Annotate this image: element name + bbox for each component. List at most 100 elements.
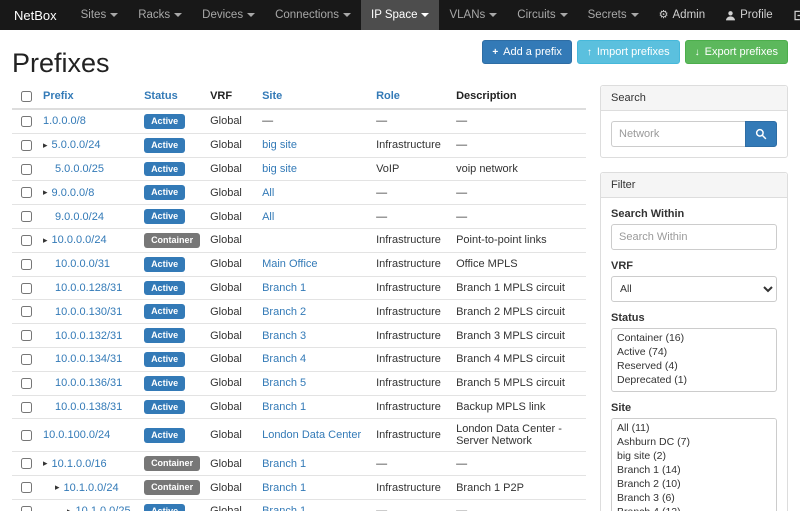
vrf-select[interactable]: All — [611, 276, 777, 302]
plus-icon: + — [492, 46, 498, 59]
prefix-link[interactable]: 10.0.0.0/31 — [55, 258, 110, 270]
description-cell: — — [451, 205, 586, 229]
column-header-status[interactable]: Status — [144, 90, 178, 102]
chevron-down-icon — [421, 13, 429, 17]
row-checkbox[interactable] — [21, 330, 32, 341]
row-checkbox[interactable] — [21, 187, 32, 198]
search-input[interactable] — [611, 121, 745, 147]
site-link[interactable]: Main Office — [262, 258, 317, 270]
profile-link[interactable]: Profile — [715, 0, 783, 30]
row-checkbox[interactable] — [21, 306, 32, 317]
expand-toggle-icon[interactable]: ▸ — [43, 458, 48, 469]
row-checkbox[interactable] — [21, 506, 32, 511]
prefix-link[interactable]: 10.1.0.0/25 — [76, 505, 131, 511]
prefix-link[interactable]: 10.0.0.128/31 — [55, 282, 122, 294]
row-checkbox[interactable] — [21, 458, 32, 469]
row-checkbox[interactable] — [21, 402, 32, 413]
prefix-link[interactable]: 10.0.0.136/31 — [55, 377, 122, 389]
site-link[interactable]: Branch 5 — [262, 377, 306, 389]
prefix-link[interactable]: 10.0.0.130/31 — [55, 306, 122, 318]
site-link[interactable]: Branch 4 — [262, 353, 306, 365]
prefix-link[interactable]: 9.0.0.0/24 — [55, 211, 104, 223]
row-checkbox[interactable] — [21, 164, 32, 175]
logout-link[interactable]: Log out — [783, 0, 800, 30]
site-link[interactable]: Branch 2 — [262, 306, 306, 318]
admin-link[interactable]: ⚙ Admin — [649, 0, 715, 30]
column-header-site[interactable]: Site — [262, 90, 282, 102]
site-link[interactable]: big site — [262, 139, 297, 151]
nav-item-circuits[interactable]: Circuits — [507, 0, 577, 30]
import-prefixes-button[interactable]: ↑ Import prefixes — [577, 40, 680, 64]
row-checkbox[interactable] — [21, 430, 32, 441]
prefix-link[interactable]: 5.0.0.0/25 — [55, 163, 104, 175]
expand-toggle-icon[interactable]: ▸ — [67, 506, 72, 511]
row-checkbox[interactable] — [21, 116, 32, 127]
site-link[interactable]: London Data Center — [262, 429, 361, 441]
row-checkbox[interactable] — [21, 259, 32, 270]
expand-toggle-icon[interactable]: ▸ — [43, 187, 48, 198]
chevron-down-icon — [631, 13, 639, 17]
description-cell: — — [451, 499, 586, 511]
add-prefix-button[interactable]: + Add a prefix — [482, 40, 572, 64]
description-cell: Point-to-point links — [451, 228, 586, 252]
row-checkbox[interactable] — [21, 482, 32, 493]
site-link[interactable]: Branch 1 — [262, 282, 306, 294]
admin-label: Admin — [673, 9, 706, 21]
row-checkbox[interactable] — [21, 211, 32, 222]
expand-toggle-icon[interactable]: ▸ — [43, 140, 48, 151]
site-link[interactable]: big site — [262, 163, 297, 175]
prefix-link[interactable]: 9.0.0.0/8 — [52, 187, 95, 199]
column-header-prefix[interactable]: Prefix — [43, 90, 74, 102]
prefix-link[interactable]: 5.0.0.0/24 — [52, 139, 101, 151]
expand-toggle-icon[interactable]: ▸ — [55, 482, 60, 493]
table-row: 10.0.0.138/31ActiveGlobalBranch 1Infrast… — [12, 395, 586, 419]
status-badge: Container — [144, 480, 200, 495]
table-row: 1.0.0.0/8ActiveGlobal——— — [12, 109, 586, 133]
row-checkbox[interactable] — [21, 283, 32, 294]
role-cell: Infrastructure — [371, 252, 451, 276]
nav-item-vlans[interactable]: VLANs — [439, 0, 507, 30]
status-badge: Active — [144, 428, 185, 443]
site-link[interactable]: All — [262, 187, 274, 199]
prefix-link[interactable]: 10.0.100.0/24 — [43, 429, 110, 441]
vrf-cell: Global — [205, 476, 257, 500]
nav-item-devices[interactable]: Devices — [192, 0, 265, 30]
nav-item-secrets[interactable]: Secrets — [578, 0, 649, 30]
prefix-link[interactable]: 10.1.0.0/24 — [64, 482, 119, 494]
search-within-input[interactable] — [611, 224, 777, 250]
site-link[interactable]: Branch 1 — [262, 401, 306, 413]
nav-item-connections[interactable]: Connections — [265, 0, 361, 30]
site-link[interactable]: Branch 1 — [262, 482, 306, 494]
export-prefixes-button[interactable]: ↓ Export prefixes — [685, 40, 788, 64]
expand-toggle-icon[interactable]: ▸ — [43, 235, 48, 246]
prefix-link[interactable]: 10.0.0.138/31 — [55, 401, 122, 413]
nav-item-racks[interactable]: Racks — [128, 0, 192, 30]
select-all-checkbox[interactable] — [21, 91, 32, 102]
status-badge: Container — [144, 456, 200, 471]
site-link[interactable]: Branch 1 — [262, 458, 306, 470]
prefix-link[interactable]: 10.0.0.0/24 — [52, 234, 107, 246]
status-select[interactable]: Container (16)Active (74)Reserved (4)Dep… — [611, 328, 777, 392]
nav-item-sites[interactable]: Sites — [71, 0, 129, 30]
prefix-link[interactable]: 10.0.0.134/31 — [55, 353, 122, 365]
nav-item-ip-space[interactable]: IP Space — [361, 0, 439, 30]
site-link[interactable]: Branch 3 — [262, 330, 306, 342]
site-link[interactable]: All — [262, 211, 274, 223]
prefix-link[interactable]: 1.0.0.0/8 — [43, 115, 86, 127]
column-header-role[interactable]: Role — [376, 90, 400, 102]
row-checkbox[interactable] — [21, 140, 32, 151]
row-checkbox[interactable] — [21, 235, 32, 246]
table-row: ▸10.1.0.0/16ContainerGlobalBranch 1—— — [12, 452, 586, 476]
row-checkbox[interactable] — [21, 378, 32, 389]
row-checkbox[interactable] — [21, 354, 32, 365]
site-link[interactable]: Branch 1 — [262, 505, 306, 511]
app-logo[interactable]: NetBox — [0, 0, 71, 30]
site-cell: Branch 4 — [257, 347, 371, 371]
nav-item-label: Racks — [138, 9, 170, 21]
site-select[interactable]: All (11)Ashburn DC (7)big site (2)Branch… — [611, 418, 777, 511]
role-cell: Infrastructure — [371, 133, 451, 157]
prefix-link[interactable]: 10.0.0.132/31 — [55, 330, 122, 342]
prefix-link[interactable]: 10.1.0.0/16 — [52, 458, 107, 470]
search-button[interactable] — [745, 121, 777, 147]
description-cell: — — [451, 133, 586, 157]
